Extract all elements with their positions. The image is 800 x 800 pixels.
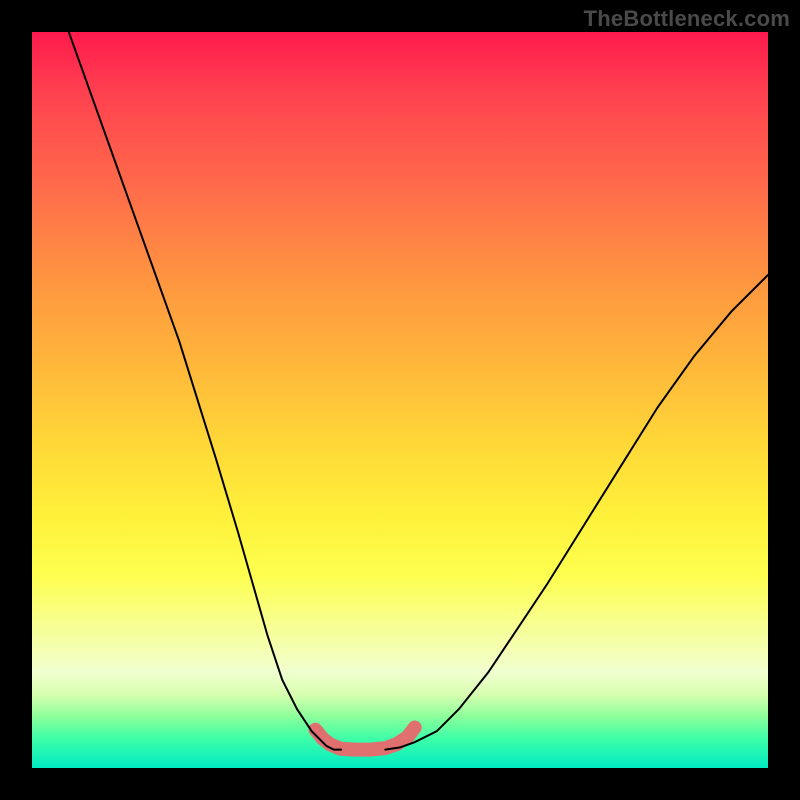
left-curve: [69, 32, 341, 750]
right-curve: [385, 275, 768, 750]
watermark-text: TheBottleneck.com: [584, 6, 790, 32]
chart-frame: TheBottleneck.com: [0, 0, 800, 800]
curve-layer: [32, 32, 768, 768]
plot-area: [32, 32, 768, 768]
trough-marker: [315, 728, 414, 750]
